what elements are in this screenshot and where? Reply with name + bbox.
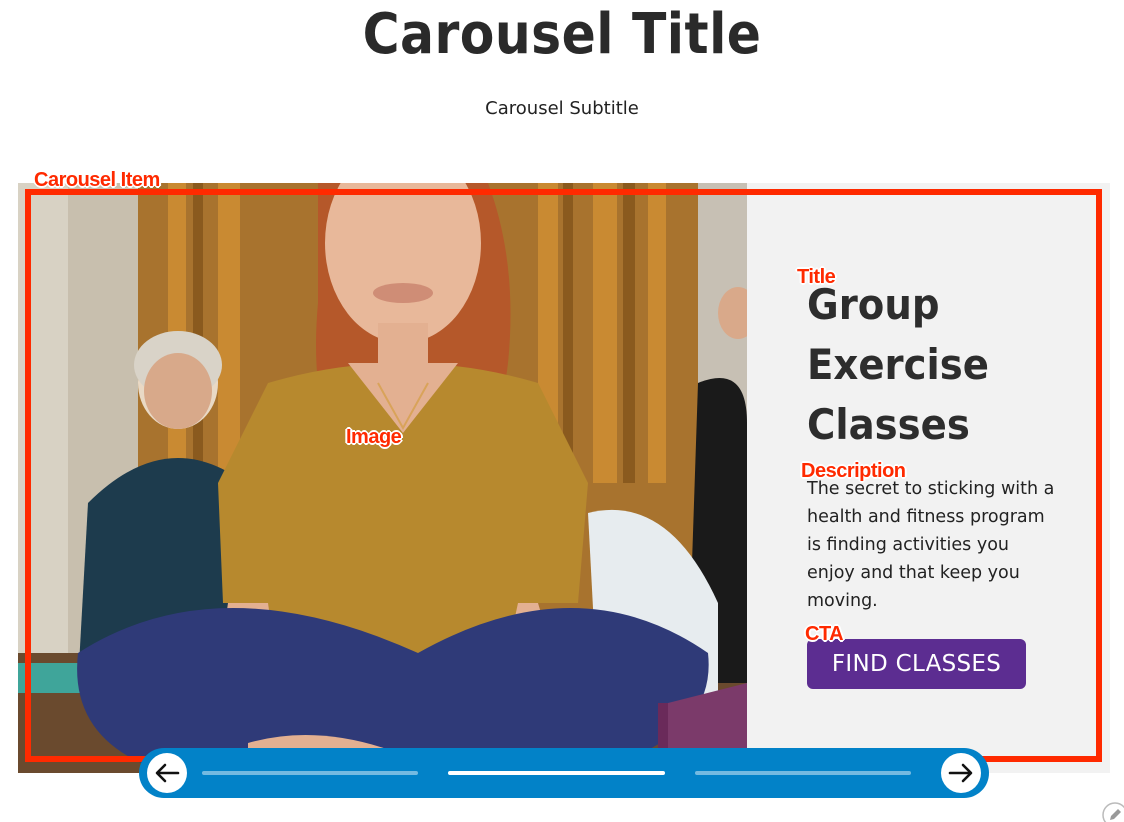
- carousel-item-image: [18, 183, 747, 773]
- arrow-left-icon: [155, 763, 180, 783]
- carousel: Group Exercise Classes The secret to sti…: [18, 183, 1110, 773]
- progress-segment-3[interactable]: [695, 771, 911, 775]
- page-title: Carousel Title: [362, 2, 762, 67]
- carousel-item-description: The secret to sticking with a health and…: [807, 479, 1055, 611]
- carousel-item-content: Group Exercise Classes The secret to sti…: [747, 183, 1110, 773]
- previous-slide-button[interactable]: [147, 753, 187, 793]
- find-classes-button[interactable]: FIND CLASSES: [807, 639, 1026, 689]
- arrow-right-icon: [948, 763, 973, 783]
- next-slide-button[interactable]: [941, 753, 981, 793]
- edit-pencil-icon[interactable]: [1101, 801, 1124, 822]
- group-exercise-photo: [18, 183, 747, 773]
- carousel-navigation: [139, 748, 989, 798]
- progress-segment-1[interactable]: [202, 771, 418, 775]
- progress-segment-2[interactable]: [448, 771, 665, 775]
- page-subtitle: Carousel Subtitle: [485, 98, 639, 119]
- carousel-item-title: Group Exercise Classes: [807, 280, 989, 449]
